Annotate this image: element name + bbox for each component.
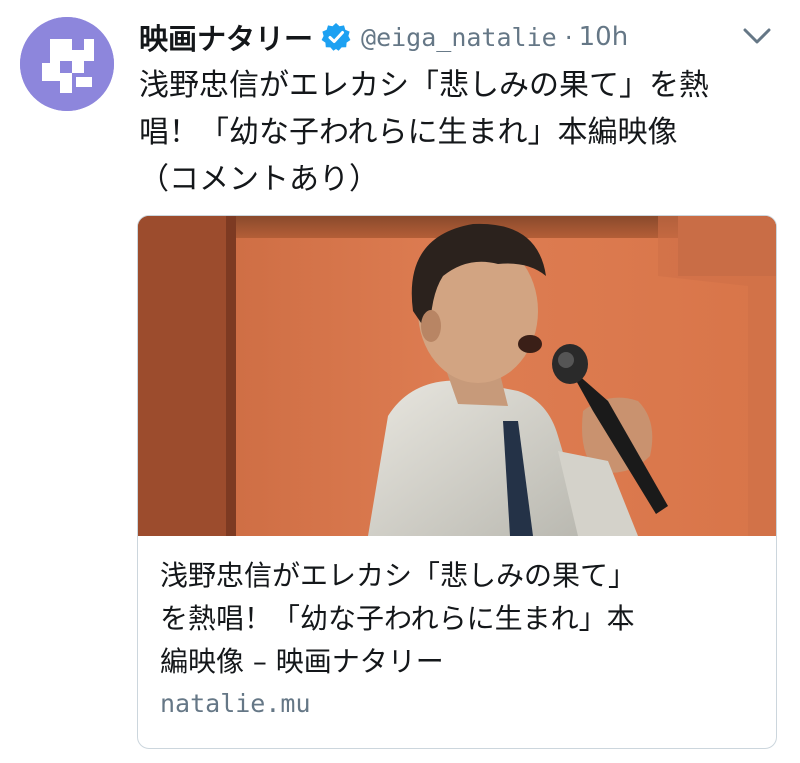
separator-dot: · [564, 22, 573, 52]
tweet-text-line: （コメントあり） [139, 162, 379, 197]
card-title-line: 浅野忠信がエレカシ「悲しみの果て」 [160, 559, 637, 592]
natalie-logo-icon [20, 17, 114, 111]
chevron-down-icon[interactable] [742, 26, 772, 46]
card-title-line: を熱唱！「幼な子われらに生まれ」本 [160, 602, 635, 635]
tweet[interactable]: 映画ナタリー @eiga_natalie · 10h 浅野忠信がエレカシ「悲しみ… [0, 0, 800, 763]
card-title: 浅野忠信がエレカシ「悲しみの果て」 を熱唱！「幼な子われらに生まれ」本 編映像 … [160, 554, 760, 683]
man-singing-into-microphone-photo [138, 216, 776, 536]
tweet-text-line: 唱！「幼な子われらに生まれ」本編映像 [139, 115, 678, 150]
card-image[interactable] [138, 216, 776, 536]
card-title-line: 編映像 – 映画ナタリー [160, 645, 444, 678]
card-body[interactable]: 浅野忠信がエレカシ「悲しみの果て」 を熱唱！「幼な子われらに生まれ」本 編映像 … [160, 554, 760, 718]
handle[interactable]: @eiga_natalie [361, 23, 557, 52]
verified-badge-icon [321, 23, 351, 51]
tweet-text: 浅野忠信がエレカシ「悲しみの果て」を熱 唱！「幼な子われらに生まれ」本編映像 （… [139, 62, 779, 203]
timestamp[interactable]: 10h [579, 22, 629, 52]
avatar[interactable] [20, 17, 114, 111]
tweet-text-line: 浅野忠信がエレカシ「悲しみの果て」を熱 [139, 68, 709, 103]
card-domain: natalie.mu [160, 689, 311, 718]
tweet-header: 映画ナタリー @eiga_natalie · 10h [139, 14, 628, 60]
link-card[interactable]: 浅野忠信がエレカシ「悲しみの果て」 を熱唱！「幼な子われらに生まれ」本 編映像 … [137, 215, 777, 749]
display-name[interactable]: 映画ナタリー [139, 16, 313, 58]
